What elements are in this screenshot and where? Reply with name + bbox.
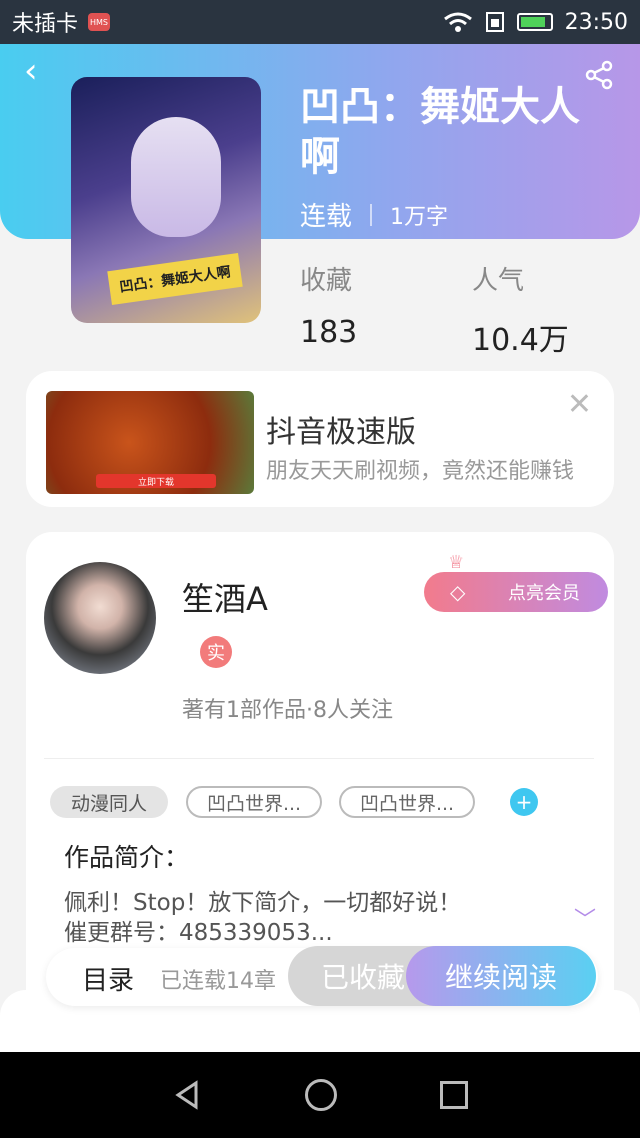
nav-back-icon[interactable] bbox=[172, 1080, 202, 1110]
wifi-icon bbox=[443, 12, 472, 32]
avatar[interactable] bbox=[44, 562, 156, 674]
book-status: 连载 bbox=[300, 202, 353, 232]
favorites-value: 183 bbox=[300, 315, 358, 350]
toc-button[interactable]: 目录 bbox=[82, 960, 134, 997]
popularity-stat: 人气 10.4万 bbox=[472, 260, 569, 359]
popularity-value: 10.4万 bbox=[472, 323, 569, 358]
author-name[interactable]: 笙酒A bbox=[182, 574, 268, 620]
tag-category[interactable]: 动漫同人 bbox=[50, 786, 168, 818]
ad-app-name: 抖音极速版 bbox=[266, 415, 416, 450]
intro-line: 佩利！Stop！放下简介，一切都好说！ bbox=[64, 890, 462, 916]
status-bar: 未插卡 HMS 23:50 bbox=[0, 0, 640, 44]
hms-badge: HMS bbox=[88, 13, 111, 31]
system-navbar bbox=[0, 1052, 640, 1138]
intro-title: 作品简介： bbox=[64, 843, 190, 872]
intro-line: 催更群号：485339053... bbox=[64, 920, 333, 946]
vip-label: 点亮会员 bbox=[508, 583, 580, 604]
author-stats: 著有1部作品·8人关注 bbox=[182, 698, 393, 723]
chapter-count: 已连载14章 bbox=[160, 969, 276, 994]
book-meta: 连载 1万字 bbox=[300, 196, 448, 233]
cover-caption: 凹凸：舞姬大人啊 bbox=[107, 252, 243, 306]
favorites-stat: 收藏 183 bbox=[300, 260, 357, 350]
carrier-label: 未插卡 bbox=[12, 12, 79, 37]
vip-button[interactable]: ♕ ◇ 点亮会员 bbox=[424, 552, 608, 612]
chevron-down-icon[interactable]: ﹀ bbox=[574, 902, 596, 934]
nav-recents-icon[interactable] bbox=[440, 1081, 469, 1109]
meta-divider bbox=[370, 203, 373, 226]
add-tag-icon[interactable]: + bbox=[510, 788, 538, 816]
back-icon[interactable]: ‹ bbox=[24, 54, 50, 88]
close-icon[interactable]: ✕ bbox=[567, 387, 592, 422]
battery-icon bbox=[516, 13, 553, 31]
cover-illustration bbox=[131, 117, 221, 237]
book-title: 凹凸：舞姬大人啊 bbox=[300, 84, 580, 180]
tag-item[interactable]: 凹凸世界... bbox=[186, 786, 322, 818]
ad-description: 朋友天天刷视频，竟然还能赚钱 bbox=[266, 459, 575, 484]
book-cover[interactable]: 凹凸：舞姬大人啊 bbox=[71, 77, 261, 323]
ad-thumbnail: 立即下载 bbox=[46, 391, 254, 494]
popularity-label: 人气 bbox=[472, 266, 525, 296]
nav-home-icon[interactable] bbox=[304, 1079, 337, 1111]
crown-icon: ♕ bbox=[448, 552, 465, 573]
ad-banner[interactable]: 立即下载 抖音极速版 朋友天天刷视频，竟然还能赚钱 ✕ bbox=[26, 371, 614, 507]
sim-icon bbox=[485, 12, 504, 32]
book-word-count: 1万字 bbox=[390, 204, 449, 230]
divider bbox=[44, 758, 594, 759]
favorites-label: 收藏 bbox=[300, 266, 353, 296]
ad-download-label: 立即下载 bbox=[96, 474, 216, 488]
verified-badge: 实 bbox=[200, 636, 232, 668]
intro-text: 佩利！Stop！放下简介，一切都好说！ 催更群号：485339053... bbox=[64, 888, 514, 948]
clock: 23:50 bbox=[564, 9, 628, 35]
tag-item[interactable]: 凹凸世界... bbox=[339, 786, 475, 818]
continue-reading-button[interactable]: 继续阅读 bbox=[406, 946, 596, 1006]
diamond-icon: ◇ bbox=[450, 580, 466, 604]
